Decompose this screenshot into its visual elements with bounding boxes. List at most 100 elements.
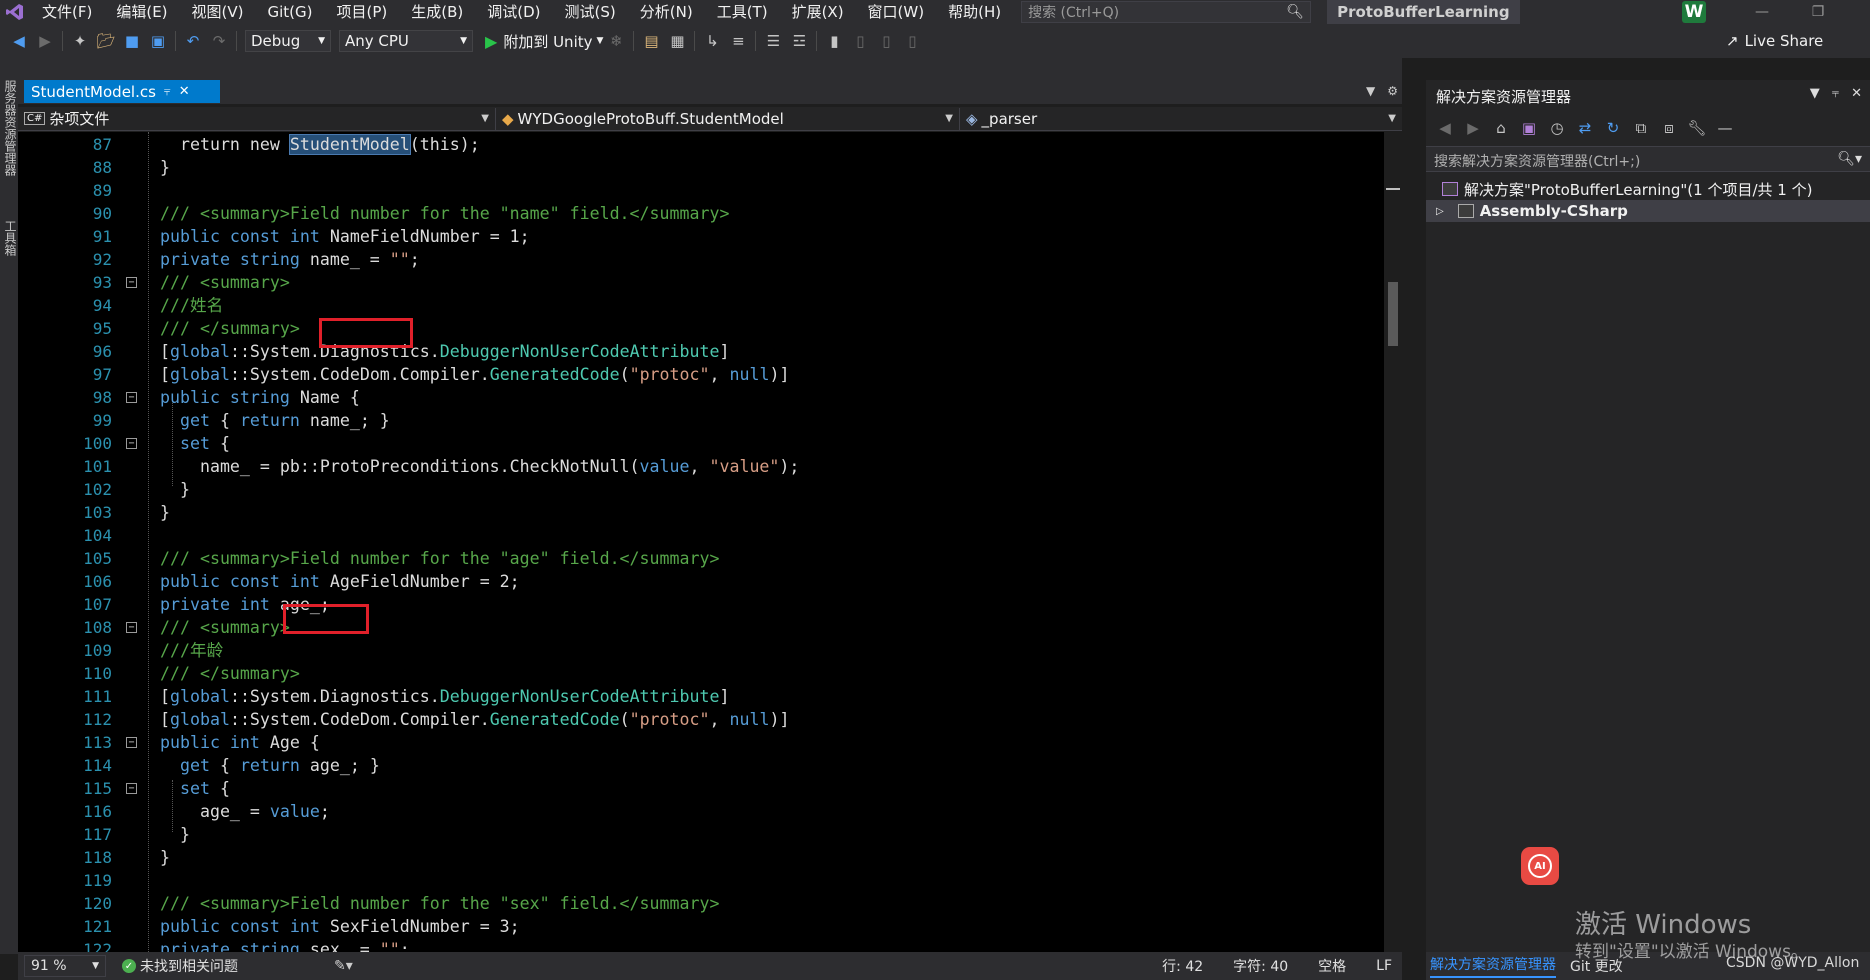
code-token: private string <box>160 940 310 952</box>
scrollbar-thumb[interactable] <box>1388 282 1398 346</box>
redo-icon[interactable]: ↷ <box>208 30 230 52</box>
collapse-region-icon[interactable]: − <box>126 737 137 748</box>
home-icon[interactable]: ⌂ <box>1490 117 1512 139</box>
menu-item[interactable]: Git(G) <box>256 0 325 24</box>
hot-reload-icon[interactable]: ❄ <box>605 30 627 52</box>
menu-item[interactable]: 窗口(W) <box>856 0 937 24</box>
menu-item[interactable]: 分析(N) <box>628 0 705 24</box>
tree-item-project[interactable]: ▷ Assembly-CSharp <box>1426 200 1870 222</box>
pending-changes-filter-icon[interactable]: ◷ <box>1546 117 1568 139</box>
solution-configuration-select[interactable]: Debug ▼ <box>245 30 331 52</box>
line-number: 109 <box>83 641 112 660</box>
collapse-region-icon[interactable]: − <box>126 438 137 449</box>
solution-explorer-search-input[interactable]: 搜索解决方案资源管理器(Ctrl+;) 🔍︎▾ <box>1426 146 1870 172</box>
line-indicator[interactable]: 行: 42 <box>1162 956 1203 976</box>
forward-navigate-icon[interactable]: ▶ <box>34 30 56 52</box>
char-indicator[interactable]: 字符: 40 <box>1233 956 1288 976</box>
open-folder-icon[interactable]: 📂︎ <box>95 30 117 52</box>
menu-item[interactable]: 帮助(H) <box>936 0 1013 24</box>
menu-item[interactable]: 编辑(E) <box>104 0 179 24</box>
attach-to-unity-button[interactable]: ▶ 附加到 Unity ▼ <box>485 31 603 52</box>
sync-icon[interactable]: ⇄ <box>1574 117 1596 139</box>
toggle-outlining-icon[interactable]: ≡ <box>727 30 749 52</box>
code-line: } <box>160 846 170 869</box>
menu-item[interactable]: 扩展(X) <box>780 0 856 24</box>
find-in-files-icon[interactable]: ▤ <box>640 30 662 52</box>
bookmark-icon[interactable]: ▮ <box>823 30 845 52</box>
toolbox-tab[interactable]: 工具箱 <box>2 220 19 256</box>
clear-bookmarks-icon[interactable]: ▯ <box>901 30 923 52</box>
step-into-icon[interactable]: ↳ <box>701 30 723 52</box>
brush-icon[interactable]: ✎▾ <box>334 958 353 974</box>
tree-item-solution[interactable]: 解决方案"ProtoBufferLearning"(1 个项目/共 1 个) <box>1426 178 1870 200</box>
uncomment-lines-icon[interactable]: ☲ <box>788 30 810 52</box>
code-token: name_ = <box>309 250 390 269</box>
expand-arrow-icon[interactable]: ▷ <box>1436 206 1444 217</box>
code-token: set <box>160 779 220 798</box>
collapse-region-icon[interactable]: − <box>126 277 137 288</box>
code-line: } <box>160 501 170 524</box>
line-number: 103 <box>83 503 112 522</box>
menu-item[interactable]: 视图(V) <box>180 0 256 24</box>
collapse-region-icon[interactable]: − <box>126 622 137 633</box>
pin-icon[interactable]: ⫧ <box>164 84 171 99</box>
line-number: 95 <box>92 319 112 338</box>
line-ending-indicator[interactable]: LF <box>1376 958 1392 974</box>
collapse-region-icon[interactable]: − <box>126 783 137 794</box>
pin-icon[interactable]: ⫧ <box>1832 86 1839 101</box>
zoom-select[interactable]: 91 % ▼ <box>24 955 106 977</box>
code-text-area[interactable]: return new StudentModel(this);} /// <summ… <box>146 132 1386 952</box>
menu-item[interactable]: 生成(B) <box>399 0 475 24</box>
forward-icon[interactable]: ▶ <box>1462 117 1484 139</box>
global-search-input[interactable]: 搜索 (Ctrl+Q) 🔍︎ <box>1021 1 1312 23</box>
solution-platform-select[interactable]: Any CPU ▼ <box>339 30 473 52</box>
live-share-button[interactable]: ↗ Live Share <box>1726 32 1823 50</box>
panel-dropdown-icon[interactable]: ▼ <box>1810 86 1820 101</box>
refresh-icon[interactable]: ↻ <box>1602 117 1624 139</box>
menu-item[interactable]: 项目(P) <box>325 0 400 24</box>
save-all-icon[interactable]: ▣ <box>147 30 169 52</box>
code-line: public const int AgeFieldNumber = 2; <box>160 570 520 593</box>
code-editor[interactable]: 87 88 89 90 91 92 93 94 95 96 97 98 99 100 101 102 103 10… <box>18 132 1402 952</box>
menu-item[interactable]: 调试(D) <box>475 0 552 24</box>
issues-status[interactable]: 未找到相关问题 <box>140 956 238 976</box>
member-dropdown[interactable]: ◈ _parser ▼ <box>960 108 1402 130</box>
menu-item[interactable]: 测试(S) <box>553 0 628 24</box>
project-dropdown[interactable]: C# 杂项文件 ▼ <box>18 107 496 130</box>
properties-wrench-icon[interactable]: 🔧︎ <box>1686 117 1708 139</box>
server-explorer-tab[interactable]: 服务器资源管理器 <box>2 80 19 176</box>
show-all-files-icon[interactable]: ⧈ <box>1658 117 1680 139</box>
back-navigate-icon[interactable]: ◀ <box>8 30 30 52</box>
visual-studio-logo-icon[interactable] <box>0 0 30 24</box>
menu-item[interactable]: 工具(T) <box>705 0 780 24</box>
whitespace-indicator[interactable]: 空格 <box>1318 956 1346 976</box>
switch-views-icon[interactable]: ▣ <box>1518 117 1540 139</box>
code-token: name_ = pb::ProtoPreconditions.CheckNotN… <box>160 457 640 476</box>
tab-studentmodel-cs[interactable]: StudentModel.cs ⫧ ✕ <box>24 80 220 103</box>
browser-link-icon[interactable]: ▦ <box>666 30 688 52</box>
settings-gear-icon[interactable]: ⚙ <box>1387 84 1398 98</box>
tab-solution-explorer[interactable]: 解决方案资源管理器 <box>1430 954 1556 978</box>
panel-window-controls: ▼ ⫧ ✕ <box>1810 86 1862 101</box>
close-icon[interactable]: ✕ <box>179 84 190 99</box>
back-icon[interactable]: ◀ <box>1434 117 1456 139</box>
minimize-icon[interactable]: — <box>1742 0 1782 24</box>
close-icon[interactable]: ✕ <box>1851 86 1862 101</box>
code-line: public string Name { <box>160 386 360 409</box>
next-bookmark-icon[interactable]: ▯ <box>875 30 897 52</box>
preview-icon[interactable]: — <box>1714 117 1736 139</box>
new-project-icon[interactable]: ✦ <box>69 30 91 52</box>
collapse-all-icon[interactable]: ⧉ <box>1630 117 1652 139</box>
menu-item[interactable]: 文件(F) <box>30 0 104 24</box>
ai-assistant-button[interactable]: AI <box>1521 847 1559 885</box>
collapse-region-icon[interactable]: − <box>126 392 137 403</box>
user-avatar[interactable]: W <box>1682 1 1706 23</box>
comment-lines-icon[interactable]: ☰ <box>762 30 784 52</box>
editor-vertical-scrollbar[interactable] <box>1384 132 1402 952</box>
previous-bookmark-icon[interactable]: ▯ <box>849 30 871 52</box>
restore-icon[interactable]: ❐ <box>1798 0 1838 24</box>
undo-icon[interactable]: ↶ <box>182 30 204 52</box>
class-dropdown[interactable]: ◆ WYDGoogleProtoBuff.StudentModel ▼ <box>496 107 960 130</box>
save-icon[interactable]: ■ <box>121 30 143 52</box>
tab-list-dropdown-icon[interactable]: ▼ <box>1366 84 1375 98</box>
